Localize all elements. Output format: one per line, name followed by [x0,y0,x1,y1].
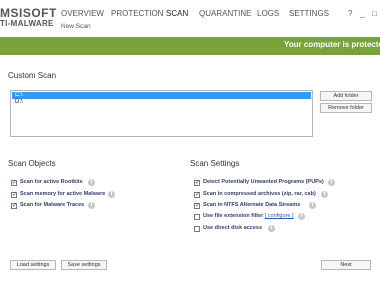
scan-settings-title: Scan Settings [190,159,240,168]
scan-objects-title: Scan Objects [8,159,56,168]
configure-link[interactable]: [ configure ] [265,213,294,219]
app-logo-subtitle: TI-MALWARE [0,19,54,28]
app-header: MSISOFT TI-MALWARE OVERVIEW PROTECTION S… [0,0,380,36]
load-settings-button[interactable]: Load settings [10,260,56,270]
archives-checkbox[interactable] [194,190,200,199]
folder-list-item[interactable]: D:\ [12,99,311,106]
nav-settings[interactable]: SETTINGS [289,9,329,18]
option-label: Scan in compressed archives (zip, rar, c… [203,191,316,197]
option-label: Detect Potentially Unwanted Programs (PU… [203,179,324,185]
info-icon[interactable]: i [328,179,335,186]
option-label: Scan for Malware Traces [20,202,85,208]
protection-status-text: Your computer is protecte [284,40,380,49]
app-logo: MSISOFT [0,6,57,20]
traces-checkbox[interactable] [11,201,17,210]
info-icon[interactable]: i [88,202,95,209]
info-icon[interactable]: i [108,191,115,198]
folder-list[interactable]: C:\ D:\ [10,90,313,137]
custom-scan-title: Custom Scan [8,71,57,80]
folder-list-item[interactable]: C:\ [12,92,311,99]
nav-logs[interactable]: LOGS [257,9,279,18]
nav-quarantine[interactable]: QUARANTINE [199,9,251,18]
add-folder-button[interactable]: Add folder [320,91,372,101]
next-button[interactable]: Next [321,260,371,270]
direct-disk-checkbox[interactable] [194,226,200,232]
info-icon[interactable]: i [268,225,275,232]
option-label: Use file extension filter [ configure ] [203,212,294,221]
ntfs-checkbox[interactable] [194,201,200,210]
info-icon[interactable]: i [88,179,95,186]
nav-protection[interactable]: PROTECTION [111,9,163,18]
page-subtitle: New Scan [61,23,91,30]
info-icon[interactable]: i [309,202,316,209]
maximize-button[interactable]: □ [372,9,377,18]
remove-folder-button[interactable]: Remove folder [320,103,372,113]
nav-scan[interactable]: SCAN [166,9,188,18]
rootkits-checkbox[interactable] [11,178,17,187]
nav-overview[interactable]: OVERVIEW [61,9,104,18]
save-settings-button[interactable]: Save settings [61,260,107,270]
option-label-text: Use file extension filter [203,213,264,219]
info-icon[interactable]: i [321,191,328,198]
extension-filter-checkbox[interactable] [194,214,200,220]
option-label: Scan in NTFS Alternate Data Streams [203,202,301,208]
protection-status-bar: Your computer is protecte [0,37,380,55]
option-label: Use direct disk access [203,225,263,231]
option-label: Scan memory for active Malware [20,191,106,197]
option-label: Scan for active Rootkits [20,179,83,185]
help-button[interactable]: ? [348,9,352,18]
memory-checkbox[interactable] [11,190,17,199]
pups-checkbox[interactable] [194,178,200,187]
minimize-button[interactable]: _ [360,9,364,18]
info-icon[interactable]: i [298,213,305,220]
